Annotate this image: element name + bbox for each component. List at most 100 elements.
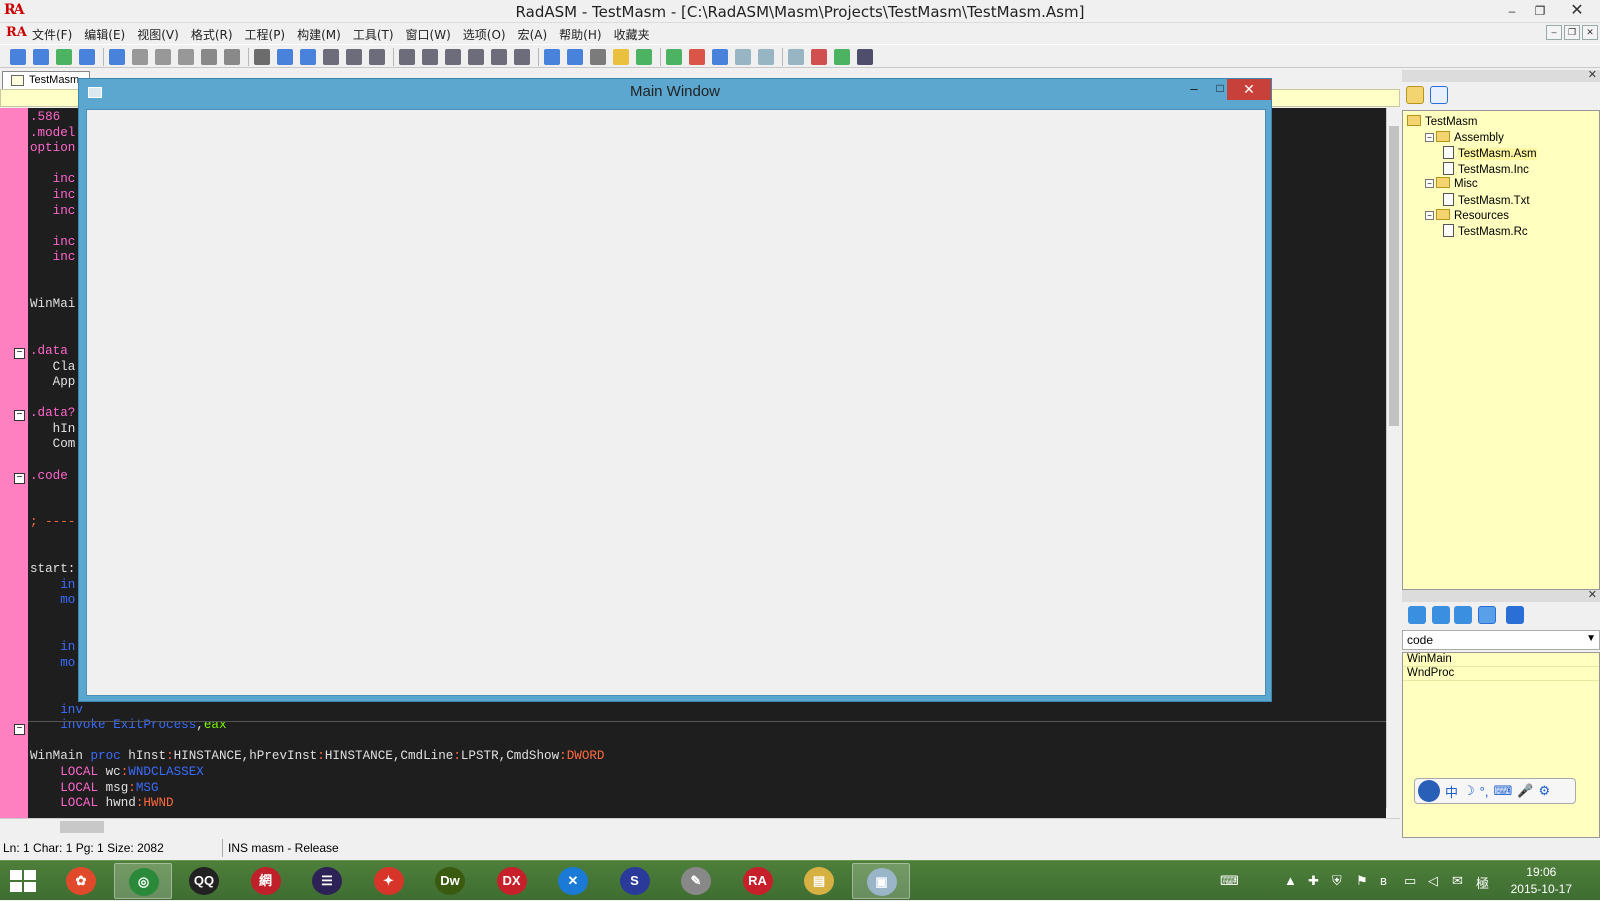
mdi-restore-button[interactable]: ❐ xyxy=(1564,25,1580,40)
open-folder-icon[interactable] xyxy=(1406,86,1424,104)
tree-expand-icon[interactable]: − xyxy=(1425,132,1434,142)
prop-gear-icon[interactable] xyxy=(1454,606,1472,624)
delete-icon[interactable] xyxy=(254,49,270,65)
dialog-client-area[interactable] xyxy=(86,109,1266,696)
mdi-close-button[interactable]: ✕ xyxy=(1582,25,1598,40)
tree-node-testmasm-inc[interactable]: TestMasm.Inc xyxy=(1443,161,1529,176)
taskbar-app-button[interactable]: RA xyxy=(729,863,787,899)
taskbar-app-button[interactable]: ◎ xyxy=(113,863,172,899)
dialog-minimize-button[interactable]: – xyxy=(1181,81,1207,103)
tree-expand-icon[interactable]: − xyxy=(1425,210,1434,220)
code-line[interactable]: LOCAL msg:MSG xyxy=(30,781,605,797)
properties-dropdown[interactable]: code ▼ xyxy=(1402,630,1600,650)
scrollbar-thumb[interactable] xyxy=(1389,126,1399,426)
proc-item[interactable]: WndProc xyxy=(1403,667,1599,681)
ime-toolbar[interactable]: 中 ☽ °, ⌨ 🎤 ⚙ xyxy=(1414,778,1576,804)
app-menu-icon[interactable]: RA xyxy=(6,25,27,40)
comment-icon[interactable] xyxy=(468,49,484,65)
plus-icon[interactable]: ✚ xyxy=(1308,873,1319,889)
menu-item-11[interactable]: 收藏夹 xyxy=(608,26,656,43)
menu-item-7[interactable]: 窗口(W) xyxy=(400,26,457,43)
ime-button[interactable]: °, xyxy=(1480,784,1489,799)
tree-node-testmasm-txt[interactable]: TestMasm.Txt xyxy=(1443,193,1530,207)
grid-icon[interactable] xyxy=(567,49,583,65)
taskbar-app-button[interactable]: DX xyxy=(483,863,541,899)
editor-horizontal-scrollbar[interactable] xyxy=(0,818,1400,834)
taskbar-app-button[interactable]: ▤ xyxy=(790,863,848,899)
chevron-down-icon[interactable]: ▼ xyxy=(1586,633,1596,644)
volume-icon[interactable]: ◁ xyxy=(1428,873,1438,889)
taskbar-app-button[interactable]: ✦ xyxy=(360,863,418,899)
project-tree[interactable]: TestMasm − Assembly TestMasm.Asm TestMasm.In… xyxy=(1402,110,1600,590)
snap-icon[interactable] xyxy=(613,49,629,65)
scrollbar-thumb[interactable] xyxy=(60,821,104,833)
fold-toggle-icon[interactable]: − xyxy=(14,410,25,421)
mdi-minimize-button[interactable]: – xyxy=(1546,25,1562,40)
menu-item-1[interactable]: 编辑(E) xyxy=(78,26,131,43)
menu-item-2[interactable]: 视图(V) xyxy=(131,26,185,43)
prop-view-icon[interactable] xyxy=(1408,606,1426,624)
prop-selected-icon[interactable] xyxy=(1478,606,1496,624)
ime-button[interactable]: 中 xyxy=(1445,782,1458,801)
menu-item-4[interactable]: 工程(P) xyxy=(239,26,292,43)
keyboard-icon[interactable]: ⌨ xyxy=(1220,873,1239,889)
ime-button[interactable]: ⌨ xyxy=(1493,783,1512,799)
color-palette-icon[interactable] xyxy=(811,49,827,65)
dialog-close-button[interactable]: ✕ xyxy=(1227,79,1271,100)
uncomment-icon[interactable] xyxy=(491,49,507,65)
network-icon[interactable]: ▭ xyxy=(1404,873,1416,889)
cut-icon[interactable] xyxy=(132,49,148,65)
tree-node-misc[interactable]: − Misc xyxy=(1425,177,1478,190)
replace-icon[interactable] xyxy=(300,49,316,65)
fold-toggle-icon[interactable]: − xyxy=(14,724,25,735)
close-button[interactable]: ✕ xyxy=(1554,0,1600,22)
fold-toggle-icon[interactable]: − xyxy=(14,348,25,359)
save-all-icon[interactable] xyxy=(109,49,125,65)
preview-icon[interactable] xyxy=(857,49,873,65)
dialog-edit-icon[interactable] xyxy=(544,49,560,65)
build-tools-icon[interactable] xyxy=(590,49,606,65)
tab-testmasm[interactable]: TestMasm xyxy=(2,71,90,89)
prop-list-icon[interactable] xyxy=(1432,606,1450,624)
ime-logo-icon[interactable] xyxy=(1418,780,1440,802)
bookmark-clear-icon[interactable] xyxy=(399,49,415,65)
line-gutter[interactable]: − − − − xyxy=(0,108,28,818)
ime-button[interactable]: ⚙ xyxy=(1538,783,1550,799)
bluetooth-icon[interactable]: ʙ xyxy=(1380,873,1387,888)
tree-node-testmasm-asm[interactable]: TestMasm.Asm xyxy=(1443,146,1537,161)
indent-icon[interactable] xyxy=(422,49,438,65)
ime-button[interactable]: ☽ xyxy=(1463,783,1475,799)
paste-icon[interactable] xyxy=(178,49,194,65)
tree-node-testmasm-rc[interactable]: TestMasm.Rc xyxy=(1443,224,1528,238)
taskbar-app-button[interactable]: ✎ xyxy=(667,863,725,899)
code-line[interactable]: inv xyxy=(30,703,605,719)
find-icon[interactable] xyxy=(277,49,293,65)
menu-item-10[interactable]: 帮助(H) xyxy=(553,26,607,43)
menu-item-8[interactable]: 选项(O) xyxy=(457,26,512,43)
project-view-icon[interactable] xyxy=(1430,86,1448,104)
menu-item-6[interactable]: 工具(T) xyxy=(347,26,400,43)
taskbar-app-button[interactable]: ✕ xyxy=(544,863,602,899)
compile-icon[interactable] xyxy=(636,49,652,65)
menu-item-0[interactable]: 文件(F) xyxy=(26,26,78,43)
new-file-icon[interactable] xyxy=(33,49,49,65)
code-line[interactable] xyxy=(30,734,605,750)
wechat-icon[interactable]: ✉ xyxy=(1452,873,1463,889)
assemble-icon[interactable] xyxy=(666,49,682,65)
restore-button[interactable]: ❐ xyxy=(1526,0,1554,22)
code-line[interactable]: LOCAL wc:WNDCLASSEX xyxy=(30,765,605,781)
input-method-icon[interactable]: 極 xyxy=(1476,873,1489,892)
taskbar-app-button[interactable]: ▣ xyxy=(851,863,910,899)
bookmark-toggle-icon[interactable] xyxy=(323,49,339,65)
fold-toggle-icon[interactable]: − xyxy=(14,473,25,484)
redo-icon[interactable] xyxy=(224,49,240,65)
code-line[interactable]: LOCAL hwnd:HWND xyxy=(30,796,605,812)
menu-item-3[interactable]: 格式(R) xyxy=(185,26,239,43)
taskbar-app-button[interactable]: ☰ xyxy=(298,863,356,899)
close-icon[interactable]: ✕ xyxy=(1588,68,1597,81)
shield-icon[interactable]: ⛨ xyxy=(1332,873,1342,889)
chevron-up-icon[interactable]: ▲ xyxy=(1284,873,1297,888)
editor-vertical-scrollbar[interactable] xyxy=(1386,108,1400,808)
ime-button[interactable]: 🎤 xyxy=(1517,783,1533,799)
taskbar-app-button[interactable]: S xyxy=(606,863,664,899)
